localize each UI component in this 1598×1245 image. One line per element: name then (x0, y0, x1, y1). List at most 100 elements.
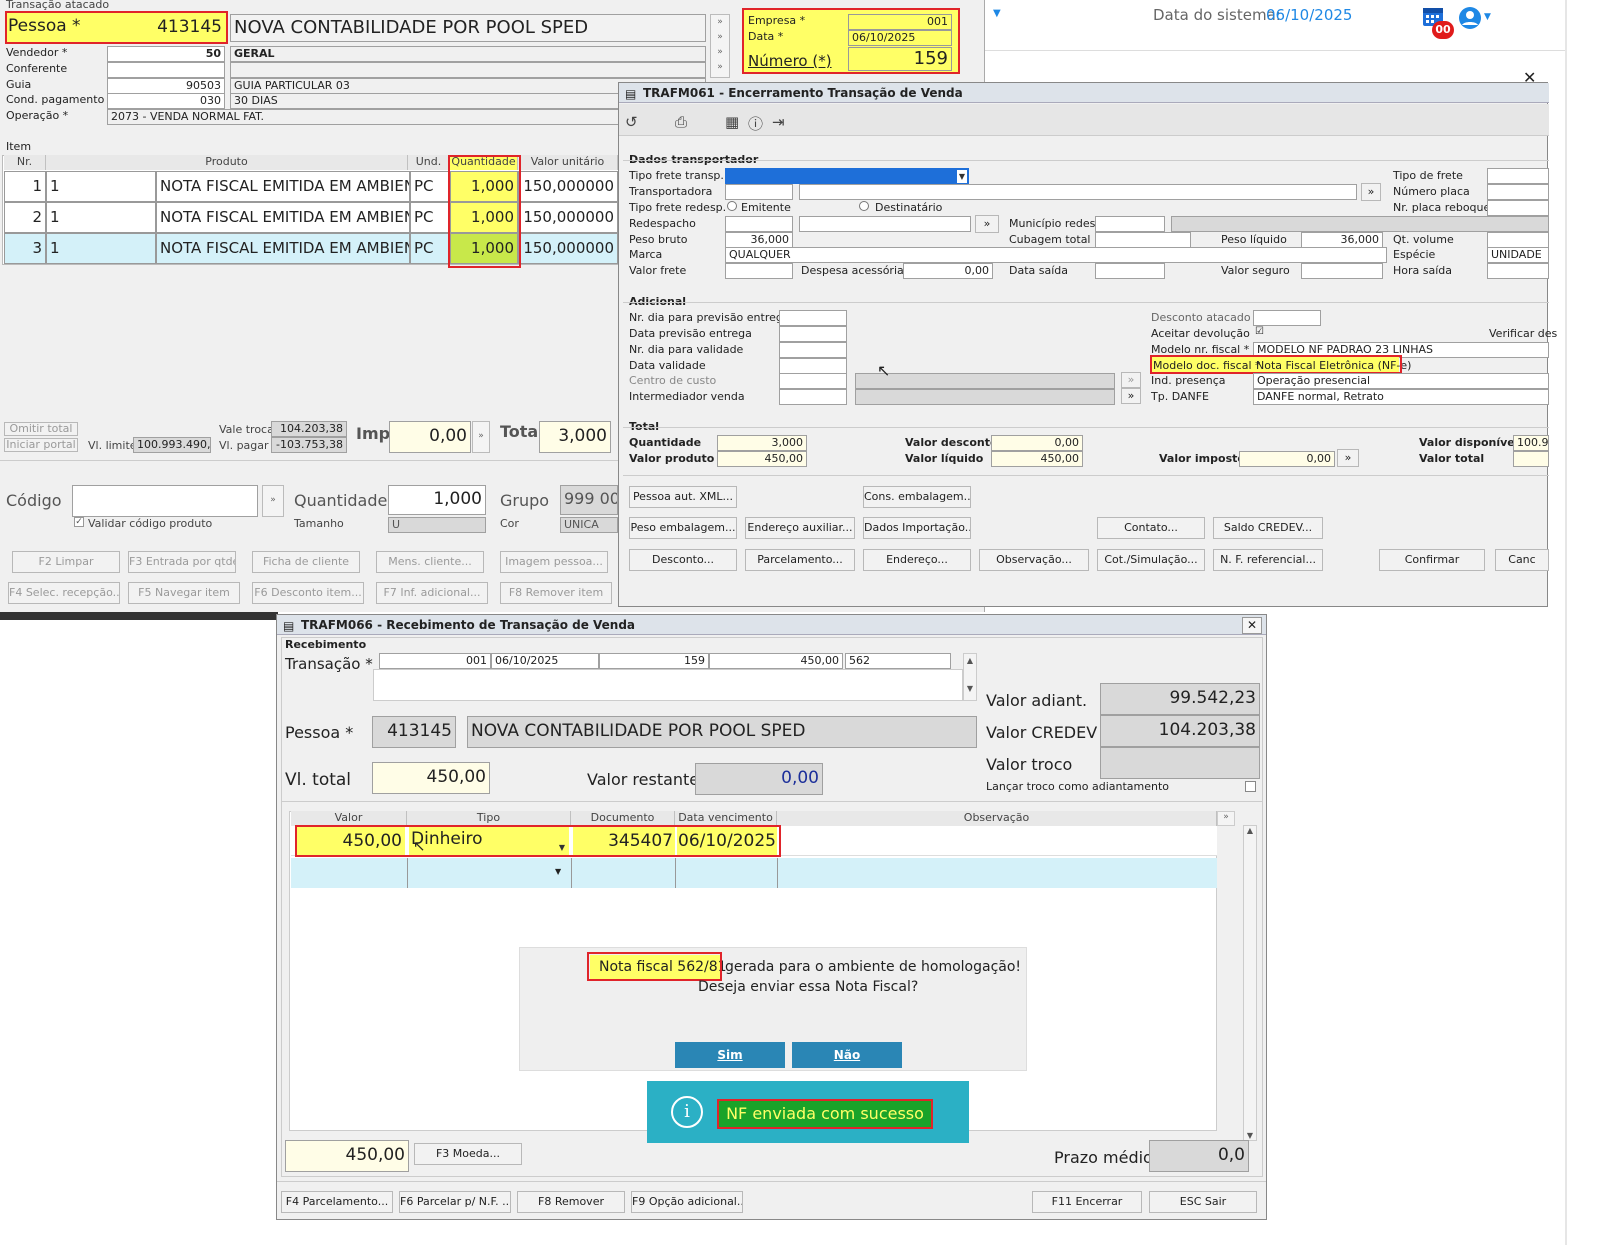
codigo-input[interactable] (72, 485, 258, 517)
data-saida-input[interactable] (1095, 263, 1165, 279)
confirmar-button[interactable]: Confirmar (1379, 549, 1485, 571)
redespacho-name[interactable] (799, 216, 971, 232)
valor-seguro-input[interactable] (1301, 263, 1383, 279)
endereco-auxiliar-button[interactable]: Endereço auxiliar... (745, 517, 855, 539)
nao-button[interactable]: Não (792, 1042, 902, 1068)
cot-simulacao-button[interactable]: Cot./Simulação... (1097, 549, 1205, 571)
row-produto[interactable]: NOTA FISCAL EMITIDA EM AMBIENTE (156, 233, 410, 264)
close-icon[interactable]: ✕ (1242, 617, 1262, 634)
pessoa-aut-xml-button[interactable]: Pessoa aut. XML... (629, 486, 737, 508)
centro-custo-lookup-icon[interactable]: » (1121, 372, 1141, 388)
row-produto[interactable]: NOTA FISCAL EMITIDA EM AMBIENTE (156, 171, 410, 202)
moeda-button[interactable]: F3 Moeda... (414, 1143, 522, 1165)
grid-scrollbar[interactable]: ▲ ▼ (1243, 825, 1257, 1141)
hora-saida-input[interactable] (1487, 263, 1549, 279)
contato-button[interactable]: Contato... (1097, 517, 1205, 539)
user-dropdown-icon[interactable]: ▼ (1484, 12, 1491, 22)
vendedor-code[interactable]: 50 (107, 46, 225, 62)
f9-opcao-adicional-button[interactable]: F9 Opção adicional... (631, 1191, 743, 1213)
nr-dia-validade-input[interactable] (779, 342, 847, 358)
endereco-button[interactable]: Endereço... (863, 549, 971, 571)
f8-remover-button[interactable]: F8 Remover (517, 1191, 625, 1213)
tipo-frete-input[interactable] (1487, 168, 1549, 184)
row-codigo[interactable]: 1 (46, 171, 156, 202)
main-btn-row1-0[interactable]: F2 Limpar (12, 551, 120, 573)
municipio-redesp-code[interactable] (1095, 216, 1165, 232)
row-codigo[interactable]: 1 (46, 202, 156, 233)
main-btn-row2-3[interactable]: F7 Inf. adicional... (376, 582, 488, 604)
numero-placa-input[interactable] (1487, 184, 1549, 200)
esc-sair-button[interactable]: ESC Sair (1149, 1191, 1257, 1213)
row-nr[interactable]: 3 (4, 233, 46, 264)
qt-volume-input[interactable] (1487, 232, 1549, 248)
transacao-numero[interactable]: 159 (599, 653, 709, 669)
pessoa-lookup-buttons[interactable]: »»»» (710, 14, 730, 78)
conferente-input[interactable] (107, 62, 225, 78)
print-icon[interactable]: ⎙ (675, 113, 687, 131)
codigo-lookup-icon[interactable]: » (262, 485, 284, 517)
f11-encerrar-button[interactable]: F11 Encerrar (1032, 1191, 1142, 1213)
despesa-value[interactable]: 0,00 (903, 263, 993, 279)
ind-presenca-value[interactable]: Operação presencial (1253, 373, 1549, 389)
sim-button[interactable]: Sim (675, 1042, 785, 1068)
calendar-icon[interactable]: ▦ (725, 113, 739, 131)
row-und[interactable]: PC (410, 202, 450, 233)
row-nr[interactable]: 1 (4, 171, 46, 202)
data-validade-input[interactable] (779, 358, 847, 374)
scroll-down-icon[interactable]: ▼ (1244, 1131, 1256, 1140)
intermediador-lookup-icon[interactable]: » (1121, 388, 1141, 404)
valor-frete-input[interactable] (725, 263, 793, 279)
validar-checkbox[interactable]: ✓ (74, 517, 84, 527)
quantidade-input[interactable]: 1,000 (388, 485, 486, 515)
transacao-empresa[interactable]: 001 (379, 653, 491, 669)
omitir-total-button[interactable]: Omitir total (4, 422, 78, 436)
main-btn-row2-0[interactable]: F4 Selec. recepção... (8, 582, 120, 604)
row-nr[interactable]: 2 (4, 202, 46, 233)
nr-placa-reboque-input[interactable] (1487, 200, 1549, 216)
desconto-atacado-input[interactable] (1253, 310, 1321, 326)
row-und[interactable]: PC (410, 233, 450, 264)
nf-referencial-button[interactable]: N. F. referencial... (1213, 549, 1323, 571)
row-valor-unitario[interactable]: 150,000000 (518, 233, 618, 264)
row-valor-unitario[interactable]: 150,000000 (518, 171, 618, 202)
operacao-value[interactable]: 2073 - VENDA NORMAL FAT. (107, 109, 619, 125)
centro-custo-code[interactable] (779, 373, 847, 389)
iniciar-portal-button[interactable]: Iniciar portal (4, 438, 78, 452)
data-previsao-input[interactable] (779, 326, 847, 342)
dropdown-icon[interactable]: ▼ (993, 8, 1001, 19)
transportadora-code[interactable] (725, 184, 793, 200)
f6-parcelar-nf-button[interactable]: F6 Parcelar p/ N.F. ... (399, 1191, 511, 1213)
payment-row-empty[interactable] (291, 858, 1217, 888)
valor-imposto-expand-icon[interactable]: » (1337, 449, 1359, 467)
desconto-button[interactable]: Desconto... (629, 549, 737, 571)
imp-expand-icon[interactable]: » (472, 421, 490, 453)
parcelamento-button[interactable]: Parcelamento... (745, 549, 855, 571)
transportadora-lookup-icon[interactable]: » (1361, 183, 1381, 201)
main-btn-row1-4[interactable]: Imagem pessoa... (500, 551, 608, 573)
redespacho-lookup-icon[interactable]: » (975, 215, 999, 233)
main-btn-row1-1[interactable]: F3 Entrada por qtde. (128, 551, 236, 573)
user-icon[interactable] (1458, 6, 1482, 30)
transacao-scrollbar[interactable]: ▲ ▼ (963, 653, 977, 701)
nr-dia-previsao-input[interactable] (779, 310, 847, 326)
guia-code[interactable]: 90503 (107, 78, 225, 94)
row-codigo[interactable]: 1 (46, 233, 156, 264)
f4-parcelamento-button[interactable]: F4 Parcelamento... (281, 1191, 393, 1213)
peso-embalagem-button[interactable]: Peso embalagem... (629, 517, 737, 539)
transacao-valor[interactable]: 450,00 (709, 653, 843, 669)
scroll-up-icon[interactable]: ▲ (1244, 826, 1256, 835)
main-btn-row2-1[interactable]: F5 Navegar item (128, 582, 240, 604)
main-btn-row2-2[interactable]: F6 Desconto item... (252, 582, 364, 604)
destinatario-radio[interactable] (859, 201, 869, 211)
saldo-credev-button[interactable]: Saldo CREDEV... (1213, 517, 1323, 539)
refresh-icon[interactable]: ↺ (625, 113, 638, 131)
row-und[interactable]: PC (410, 171, 450, 202)
cubagem-input[interactable] (1095, 232, 1191, 248)
transacao-nf[interactable]: 562 (845, 653, 951, 669)
main-btn-row1-2[interactable]: Ficha de cliente (252, 551, 360, 573)
aceitar-devolucao-checkbox[interactable]: ☑ (1255, 327, 1265, 337)
emitente-radio[interactable] (727, 201, 737, 211)
redespacho-code[interactable] (725, 216, 793, 232)
marca-value[interactable]: QUALQUER (725, 247, 1387, 263)
row-produto[interactable]: NOTA FISCAL EMITIDA EM AMBIENTE (156, 202, 410, 233)
